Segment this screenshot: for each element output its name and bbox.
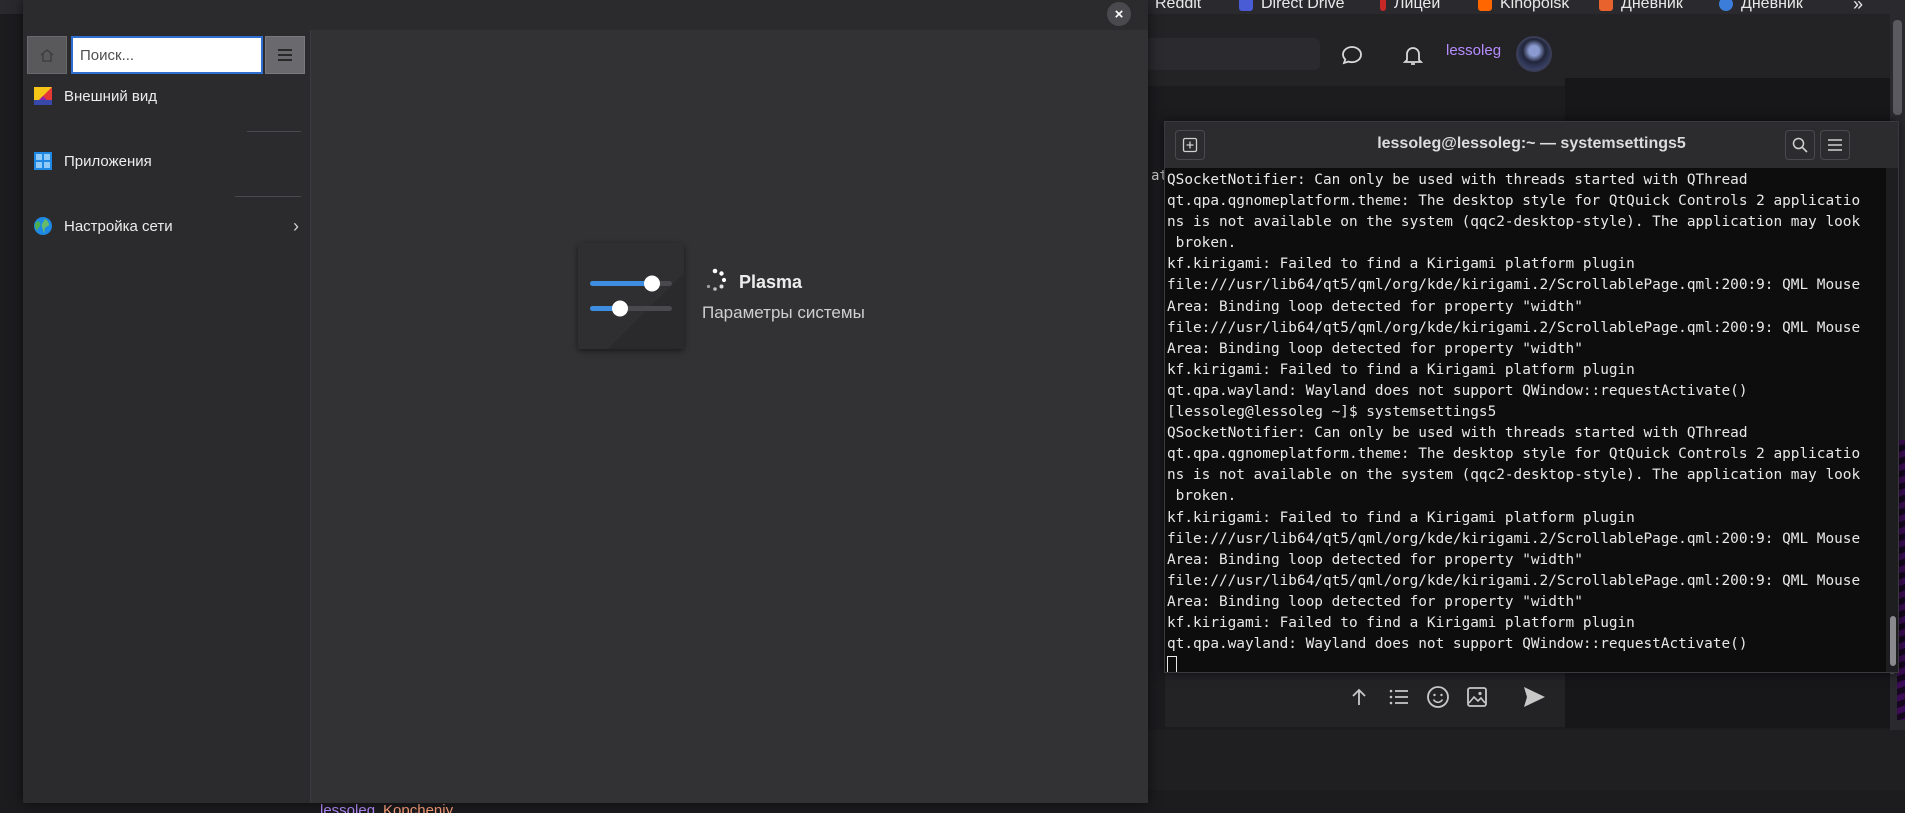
splash-title: Plasma	[739, 272, 803, 292]
splash-subtitle: Параметры системы	[702, 303, 865, 322]
system-settings-app-icon	[578, 243, 684, 349]
settings-titlebar[interactable]	[23, 0, 1148, 30]
bottom-username[interactable]: lessoleg	[320, 802, 375, 813]
bookmarks-overflow-button[interactable]: »	[1853, 0, 1863, 14]
terminal-cursor	[1167, 655, 1177, 672]
appearance-icon	[33, 86, 53, 106]
bookmark-licey[interactable]: Лицей	[1380, 0, 1440, 13]
terminal-menu-button[interactable]	[1820, 130, 1850, 160]
terminal-prompt-line[interactable]	[1167, 655, 1886, 672]
bookmark-kinopoisk[interactable]: Kinopoisk	[1478, 0, 1569, 13]
send-icon[interactable]	[1518, 681, 1550, 713]
hamburger-icon	[278, 49, 292, 61]
search-input[interactable]	[71, 36, 263, 74]
divider	[247, 131, 301, 132]
sidebar-item-appearance[interactable]: Внешний вид	[23, 78, 311, 114]
close-button[interactable]: ×	[1107, 2, 1131, 26]
terminal-line: QSocketNotifier: Can only be used with t…	[1167, 172, 1748, 188]
terminal-line: file:///usr/lib64/qt5/qml/org/kde/kiriga…	[1167, 277, 1861, 294]
chat-bubble-icon[interactable]	[1337, 40, 1367, 70]
bookmark-label: Дневник	[1621, 0, 1683, 12]
terminal-line: qt.qpa.qgnomeplatform.theme: The desktop…	[1167, 193, 1861, 210]
terminal-search-button[interactable]	[1785, 130, 1815, 160]
image-icon[interactable]	[1462, 682, 1492, 712]
licey-icon	[1380, 0, 1386, 11]
bookmark-label: Лицей	[1394, 0, 1441, 12]
terminal-output[interactable]: QSocketNotifier: Can only be used with t…	[1165, 168, 1886, 672]
terminal-line: Area: Binding loop detected for property…	[1167, 340, 1583, 357]
terminal-line: file:///usr/lib64/qt5/qml/org/kde/kiriga…	[1167, 572, 1861, 589]
terminal-scrollbar[interactable]	[1887, 168, 1898, 672]
sidebar-item-network[interactable]: Настройка сети ›	[23, 208, 311, 244]
arrow-up-icon[interactable]	[1344, 682, 1374, 712]
terminal-window: lessoleg@lessoleg:~ — systemsettings5 QS…	[1164, 121, 1899, 673]
terminal-line: ns is not available on the system (qqc2-…	[1167, 467, 1861, 484]
kinopoisk-icon	[1478, 0, 1492, 11]
bookmark-dnevnik-1[interactable]: Дневник	[1599, 0, 1683, 13]
bookmark-dnevnik-2[interactable]: Дневник	[1719, 0, 1803, 13]
bookmark-label: Дневник	[1741, 0, 1803, 12]
bookmark-label: Kinopoisk	[1500, 0, 1570, 12]
terminal-line: file:///usr/lib64/qt5/qml/org/kde/kiriga…	[1167, 530, 1861, 547]
home-button[interactable]	[27, 36, 67, 74]
terminal-line: Area: Binding loop detected for property…	[1167, 551, 1583, 568]
bookmark-label: Reddit	[1155, 0, 1202, 12]
terminal-line: kf.kirigami: Failed to find a Kirigami p…	[1167, 614, 1635, 631]
dnevnik-icon	[1599, 0, 1613, 11]
hamburger-icon	[1828, 139, 1842, 151]
atom-icon	[1719, 0, 1733, 11]
bookmark-direct-drive[interactable]: Direct Drive	[1239, 0, 1345, 13]
terminal-line: qt.qpa.wayland: Wayland does not support…	[1167, 382, 1748, 399]
terminal-line: [lessoleg@lessoleg ~]$ systemsettings5	[1167, 404, 1497, 421]
hamburger-menu-button[interactable]	[265, 36, 305, 74]
sidebar-item-label: Настройка сети	[64, 217, 173, 235]
terminal-line: qt.qpa.qgnomeplatform.theme: The desktop…	[1167, 446, 1861, 463]
terminal-line: broken.	[1167, 488, 1237, 505]
loading-spinner-icon	[703, 268, 727, 292]
terminal-line: Area: Binding loop detected for property…	[1167, 593, 1583, 610]
site-search-field[interactable]	[1145, 38, 1320, 70]
bottom-text: Kopcheniy	[383, 802, 454, 813]
bottom-message: lessoleg Kopcheniy	[320, 802, 453, 813]
network-globe-icon	[33, 216, 53, 236]
terminal-line: kf.kirigami: Failed to find a Kirigami p…	[1167, 509, 1635, 526]
home-icon	[40, 49, 54, 62]
sidebar-item-applications[interactable]: Приложения	[23, 143, 311, 179]
terminal-line: broken.	[1167, 235, 1237, 252]
page-scrollbar-thumb[interactable]	[1893, 20, 1902, 115]
terminal-line: ns is not available on the system (qqc2-…	[1167, 214, 1861, 231]
divider	[235, 196, 301, 197]
direct-drive-icon	[1239, 0, 1253, 11]
terminal-line: kf.kirigami: Failed to find a Kirigami p…	[1167, 256, 1635, 273]
terminal-titlebar[interactable]: lessoleg@lessoleg:~ — systemsettings5	[1165, 122, 1898, 168]
terminal-scrollbar-thumb[interactable]	[1890, 616, 1896, 666]
applications-icon	[33, 151, 53, 171]
terminal-line: Area: Binding loop detected for property…	[1167, 298, 1583, 315]
site-username[interactable]: lessoleg	[1446, 42, 1501, 59]
terminal-line: kf.kirigami: Failed to find a Kirigami p…	[1167, 361, 1635, 378]
search-icon	[1792, 137, 1808, 153]
emoji-icon[interactable]	[1423, 682, 1453, 712]
terminal-line: QSocketNotifier: Can only be used with t…	[1167, 425, 1748, 442]
sidebar-item-label: Внешний вид	[64, 87, 157, 105]
list-icon[interactable]	[1384, 682, 1414, 712]
site-footer-area	[1140, 730, 1905, 792]
terminal-line: qt.qpa.wayland: Wayland does not support…	[1167, 636, 1748, 653]
bell-icon[interactable]	[1398, 40, 1428, 70]
chevron-right-icon: ›	[293, 215, 299, 236]
sidebar-item-label: Приложения	[64, 152, 152, 170]
system-settings-window: × Внешний вид Приложения Настрой	[23, 0, 1148, 803]
terminal-line: file:///usr/lib64/qt5/qml/org/kde/kiriga…	[1167, 319, 1861, 336]
avatar[interactable]	[1516, 36, 1552, 72]
settings-sidebar: Внешний вид Приложения Настройка сети ›	[23, 30, 311, 803]
bookmark-label: Direct Drive	[1261, 0, 1345, 12]
